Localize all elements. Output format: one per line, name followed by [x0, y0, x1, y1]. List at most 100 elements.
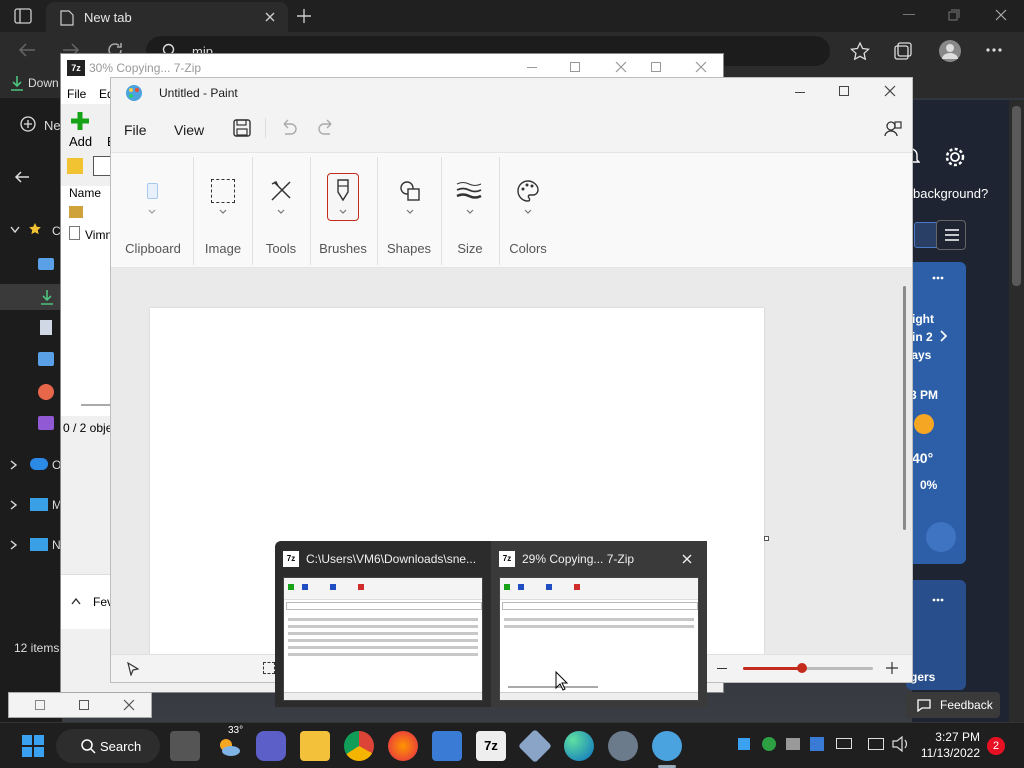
tray-app-icon-3[interactable] [786, 738, 800, 750]
save-icon[interactable] [233, 119, 251, 137]
quick-access-star-icon[interactable] [28, 222, 42, 236]
chevron-right-icon-1[interactable] [10, 460, 18, 470]
size-group[interactable]: Size [442, 153, 498, 269]
onedrive-cloud-icon[interactable] [30, 458, 48, 470]
restore-icon[interactable] [948, 9, 960, 21]
new-item-icon[interactable] [20, 116, 36, 132]
folder-item-icon[interactable] [69, 206, 83, 218]
start-button[interactable] [18, 731, 48, 761]
sevenzip2-close-icon[interactable] [695, 61, 707, 73]
size-icon[interactable] [456, 181, 482, 199]
chevron-down-icon-clipboard[interactable] [148, 209, 156, 215]
chevron-down-icon-colors[interactable] [524, 209, 532, 215]
network-status-icon[interactable] [868, 738, 884, 750]
account-icon[interactable] [884, 120, 902, 138]
notification-badge[interactable]: 2 [987, 737, 1005, 755]
up-folder-icon[interactable] [67, 158, 83, 174]
paint-close-icon[interactable] [884, 85, 896, 97]
downloads-label[interactable]: Down [28, 76, 59, 90]
collections-icon[interactable] [894, 42, 914, 60]
back-arrow-icon-explorer[interactable] [14, 170, 30, 184]
sevenzip-close-icon[interactable] [615, 61, 627, 73]
zoom-slider-thumb[interactable] [796, 663, 807, 673]
brushes-group[interactable]: Brushes [311, 153, 375, 269]
background-prompt[interactable]: background? [913, 186, 988, 201]
new-label[interactable]: Ne [44, 118, 61, 133]
thumbnail-2[interactable]: 7z 29% Copying... 7-Zip [491, 541, 707, 707]
keyboard-icon[interactable] [836, 738, 852, 749]
thumbnail-1[interactable]: 7z C:\Users\VM6\Downloads\sne... [275, 541, 489, 707]
teams-chat-icon[interactable] [256, 731, 286, 761]
close-icon[interactable] [995, 9, 1007, 21]
volume-icon[interactable] [892, 736, 910, 752]
add-label[interactable]: Add [69, 134, 92, 149]
weather-widget-icon[interactable]: 33° [214, 725, 244, 761]
menu-view[interactable]: View [174, 122, 204, 138]
this-pc-icon[interactable] [30, 498, 48, 511]
paint-maximize-icon[interactable] [839, 86, 849, 96]
minimized-window-frame[interactable] [8, 692, 152, 718]
sevenzip-maximize-icon[interactable] [570, 62, 580, 72]
chevron-down-icon-tools[interactable] [277, 209, 285, 215]
canvas-scrollbar-thumb[interactable] [903, 286, 906, 530]
canvas-vertical-scrollbar[interactable] [899, 268, 912, 654]
desktop-folder-icon[interactable] [38, 258, 54, 270]
menu-file[interactable]: File [124, 122, 147, 138]
paint-titlebar[interactable]: Untitled - Paint [111, 78, 912, 108]
tab-new-tab[interactable]: New tab [46, 2, 288, 32]
taskbar-search[interactable]: Search [56, 729, 160, 763]
network-icon[interactable] [30, 538, 48, 551]
videos-folder-icon[interactable] [38, 416, 54, 430]
pictures-folder-icon[interactable] [38, 352, 54, 366]
tab-actions-icon[interactable] [14, 8, 32, 24]
paint-taskbar-icon[interactable] [652, 731, 682, 761]
sevenzip-minimize-icon[interactable] [527, 67, 537, 68]
news-card[interactable]: gers [906, 580, 966, 690]
chrome-icon[interactable] [344, 731, 374, 761]
sevenzip-menu-file[interactable]: File [67, 87, 86, 101]
tools-group[interactable]: Tools [253, 153, 309, 269]
profile-avatar-icon[interactable] [938, 39, 962, 63]
music-folder-icon[interactable] [38, 384, 54, 400]
palette-icon[interactable] [516, 179, 540, 203]
clock-date[interactable]: 11/13/2022 [912, 746, 980, 760]
sevenzip-taskbar-icon[interactable]: 7z [476, 731, 506, 761]
colors-group[interactable]: Colors [500, 153, 556, 269]
page-scrollbar[interactable] [1009, 100, 1024, 722]
tray-app-icon-2[interactable] [762, 737, 776, 751]
brushes-button[interactable] [327, 173, 359, 221]
chevron-down-icon[interactable] [10, 226, 20, 234]
chevron-down-icon-shapes[interactable] [406, 209, 414, 215]
chevron-up-icon[interactable] [71, 597, 81, 605]
clipboard-group[interactable]: Clipboard [117, 153, 189, 269]
chevron-right-icon-3[interactable] [10, 540, 18, 550]
edge-icon[interactable] [564, 731, 594, 761]
paint-minimize-icon[interactable] [795, 92, 805, 93]
clock-time[interactable]: 3:27 PM [912, 730, 980, 744]
favorites-star-icon[interactable] [850, 42, 870, 60]
list-layout-button[interactable] [936, 220, 966, 250]
task-view-icon[interactable] [170, 731, 200, 761]
chevron-down-icon-size[interactable] [466, 209, 474, 215]
chevron-right-icon-2[interactable] [10, 500, 18, 510]
undo-icon[interactable] [279, 119, 297, 137]
maximize-icon-mini[interactable] [79, 700, 89, 710]
settings-app-icon[interactable] [608, 731, 638, 761]
canvas-resize-handle[interactable] [764, 536, 769, 541]
documents-folder-icon[interactable] [40, 320, 52, 335]
weather-app-icon[interactable] [926, 522, 956, 552]
zoom-in-icon[interactable] [886, 662, 898, 674]
sevenzip2-maximize-icon[interactable] [651, 62, 661, 72]
more-options-icon[interactable] [986, 48, 1002, 52]
clipboard-icon[interactable] [147, 183, 158, 199]
horizontal-scrollbar[interactable] [81, 404, 111, 406]
tray-app-icon-1[interactable] [738, 738, 750, 750]
notepad-icon[interactable] [432, 731, 462, 761]
minimize-icon[interactable] [903, 14, 915, 16]
tools-icon[interactable] [269, 179, 293, 203]
restore-icon-mini[interactable] [35, 700, 45, 710]
column-name-header[interactable]: Name [69, 186, 101, 200]
add-plus-icon[interactable] [69, 110, 91, 132]
firefox-icon[interactable] [388, 731, 418, 761]
zoom-out-icon[interactable] [717, 668, 727, 669]
